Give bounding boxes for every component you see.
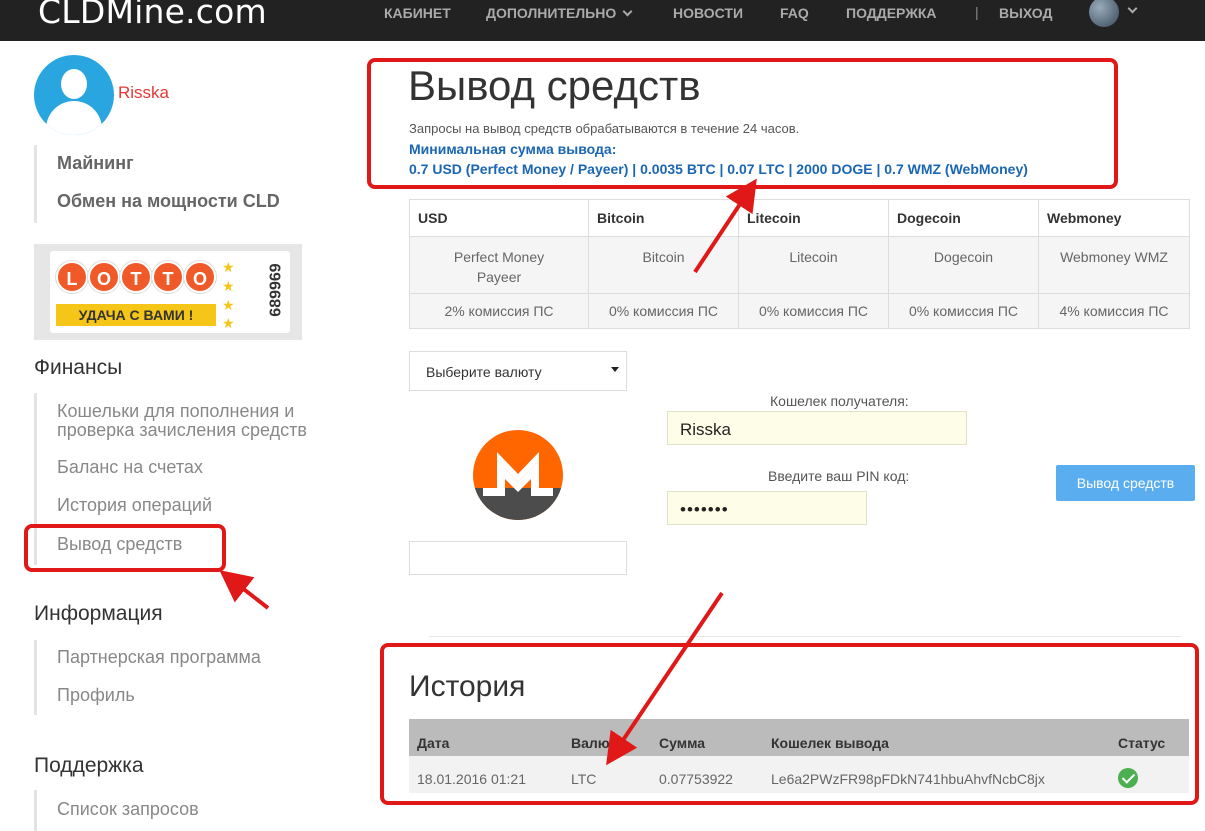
arrow-to-title	[693, 178, 757, 274]
annotation-arrows	[219, 178, 757, 766]
arrow-to-history	[606, 591, 724, 766]
arrow-to-sidebar	[219, 570, 270, 610]
